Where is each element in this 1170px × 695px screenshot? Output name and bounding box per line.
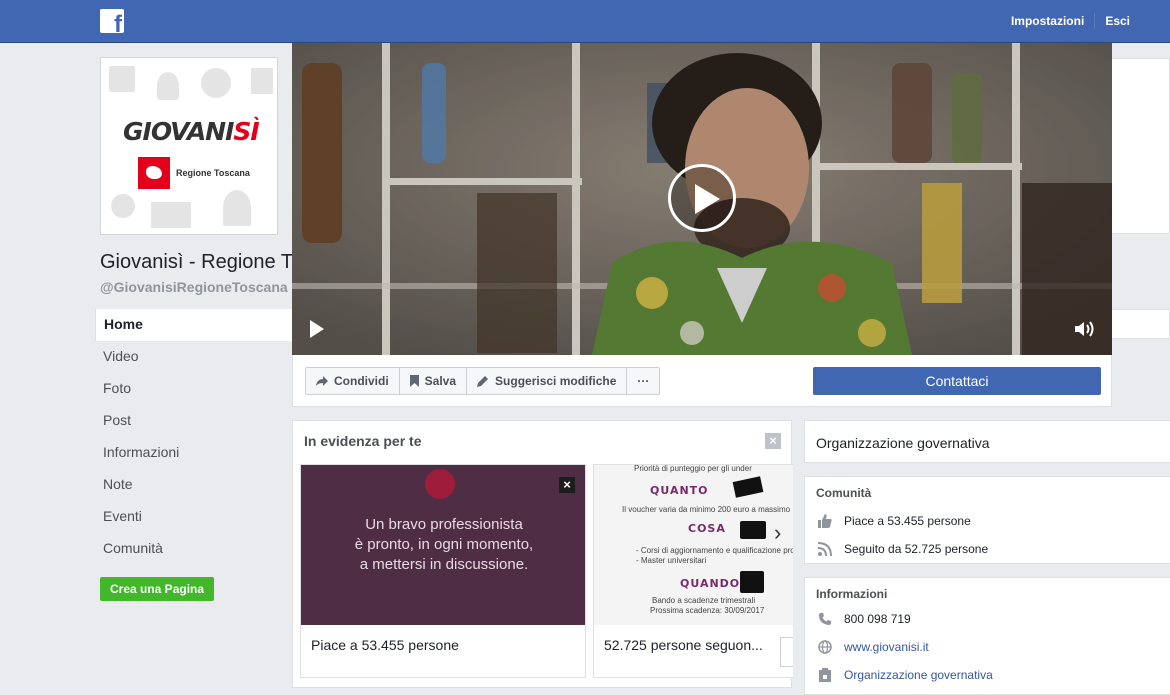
nav-item-photos[interactable]: Foto xyxy=(95,373,295,405)
share-button[interactable]: Condividi xyxy=(306,368,400,394)
highlight-item-followers[interactable]: Priorità di punteggio per gli under QUAN… xyxy=(593,464,793,678)
suggest-edits-button[interactable]: Suggerisci modifiche xyxy=(467,368,628,394)
contact-button[interactable]: Contattaci xyxy=(813,367,1101,395)
close-icon[interactable]: × xyxy=(765,433,781,449)
dismiss-icon[interactable]: × xyxy=(559,477,575,493)
pencil-icon xyxy=(477,376,489,387)
nav-item-community[interactable]: Comunità xyxy=(95,533,295,565)
money-icon xyxy=(732,476,764,498)
action-button-group: Condividi Salva Suggerisci modifiche ··· xyxy=(305,367,661,395)
info-title: Informazioni xyxy=(816,587,888,601)
page-title[interactable]: Giovanisì - Regione T xyxy=(100,251,293,274)
highlight-quote: Un bravo professionista è pronto, in ogn… xyxy=(354,516,534,573)
building-icon xyxy=(817,667,833,683)
nav-item-home[interactable]: Home xyxy=(95,309,295,341)
info-box: Informazioni 800 098 719 www.giovanisi.i… xyxy=(804,577,1170,695)
highlight-infographic: Priorità di punteggio per gli under QUAN… xyxy=(594,465,793,625)
logo-region-label: Regione Toscana xyxy=(176,168,250,178)
highlight-item-likes[interactable]: Un bravo professionista è pronto, in ogn… xyxy=(300,464,586,678)
chevron-right-icon[interactable]: › xyxy=(774,520,781,546)
globe-icon xyxy=(817,639,833,655)
rss-follow-icon xyxy=(817,541,833,557)
save-button[interactable]: Salva xyxy=(400,368,468,394)
giovanisi-logo: GIOVANISÌ Regione Toscana xyxy=(105,62,273,230)
thumbs-up-icon xyxy=(817,513,833,529)
create-page-button[interactable]: Crea una Pagina xyxy=(100,577,215,601)
suggest-edits-label: Suggerisci modifiche xyxy=(495,374,617,388)
play-control-icon[interactable] xyxy=(310,320,324,338)
bookmark-icon xyxy=(409,375,419,387)
info-phone[interactable]: 800 098 719 xyxy=(817,611,911,627)
facebook-logo-icon[interactable]: f xyxy=(100,9,124,33)
nav-item-video[interactable]: Video xyxy=(95,341,295,373)
highlights-card: In evidenza per te × Un bravo profession… xyxy=(292,420,793,688)
highlight-caption: Piace a 53.455 persone xyxy=(311,637,459,653)
carousel-next-button[interactable] xyxy=(780,637,793,667)
community-likes[interactable]: Piace a 53.455 persone xyxy=(817,513,971,529)
community-follows[interactable]: Seguito da 52.725 persone xyxy=(817,541,988,557)
logo-wordmark: GIOVANISÌ xyxy=(123,117,260,146)
community-box: Comunità Piace a 53.455 persone Seguito … xyxy=(804,476,1170,564)
phone-icon xyxy=(817,611,833,627)
nav-item-about[interactable]: Informazioni xyxy=(95,437,295,469)
highlight-image: Un bravo professionista è pronto, in ogn… xyxy=(301,465,585,625)
play-icon[interactable] xyxy=(668,164,736,232)
share-icon xyxy=(316,376,328,386)
highlights-title: In evidenza per te xyxy=(304,433,422,449)
nav-item-events[interactable]: Eventi xyxy=(95,501,295,533)
divider xyxy=(1094,13,1096,29)
community-title: Comunità xyxy=(816,486,872,500)
regione-toscana-flag-icon xyxy=(138,157,170,189)
highlight-caption: 52.725 persone seguon... xyxy=(604,637,763,653)
more-icon: ··· xyxy=(637,374,650,388)
top-links: Impostazioni Esci xyxy=(1011,13,1130,29)
page-action-bar: Condividi Salva Suggerisci modifiche ···… xyxy=(292,355,1112,407)
settings-link[interactable]: Impostazioni xyxy=(1011,14,1084,28)
info-website[interactable]: www.giovanisi.it xyxy=(817,639,929,655)
brand-mark-icon xyxy=(425,469,455,499)
calendar-icon xyxy=(740,571,764,593)
top-bar: f Impostazioni Esci xyxy=(0,0,1170,43)
save-label: Salva xyxy=(424,374,457,388)
volume-icon[interactable] xyxy=(1073,319,1097,339)
share-label: Condividi xyxy=(334,374,389,388)
nav-item-notes[interactable]: Note xyxy=(95,469,295,501)
more-options-button[interactable]: ··· xyxy=(627,368,659,394)
book-icon xyxy=(740,521,766,539)
page-nav: Home Video Foto Post Informazioni Note E… xyxy=(95,309,295,565)
profile-picture[interactable]: GIOVANISÌ Regione Toscana xyxy=(100,57,278,235)
category-box[interactable]: Organizzazione governativa xyxy=(804,420,1170,463)
info-category[interactable]: Organizzazione governativa xyxy=(817,667,993,683)
nav-item-posts[interactable]: Post xyxy=(95,405,295,437)
logout-link[interactable]: Esci xyxy=(1105,14,1130,28)
page-handle[interactable]: @GiovanisiRegioneToscana xyxy=(100,279,288,295)
cover-video[interactable] xyxy=(292,43,1112,355)
